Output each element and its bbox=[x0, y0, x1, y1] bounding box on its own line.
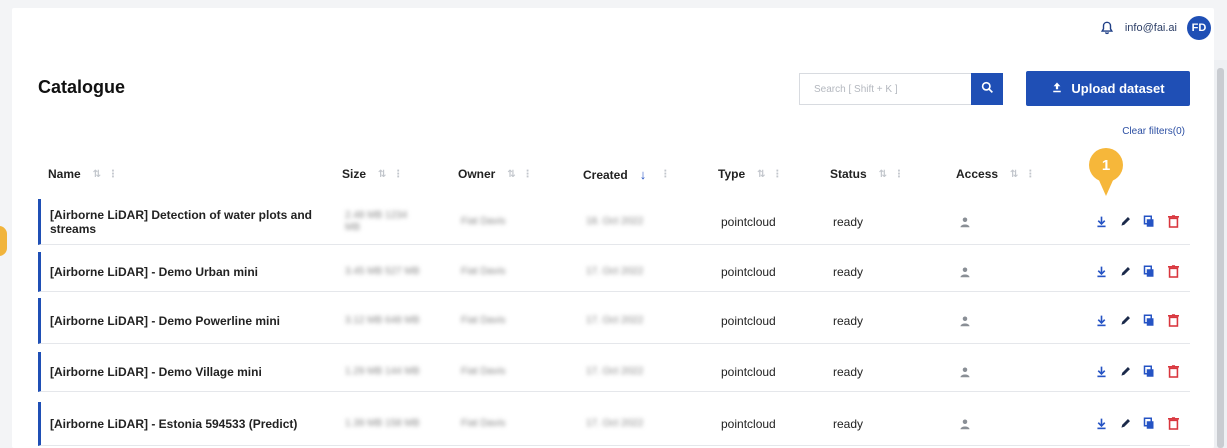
dataset-type: pointcloud bbox=[721, 214, 776, 229]
access-person-icon bbox=[950, 298, 980, 343]
copy-icon[interactable] bbox=[1142, 417, 1156, 431]
edit-icon[interactable] bbox=[1118, 365, 1132, 379]
upload-icon bbox=[1051, 81, 1063, 96]
sort-icon: ⇅ ⋮ bbox=[92, 168, 120, 180]
column-header-name[interactable]: Name ⇅ ⋮ bbox=[48, 167, 120, 181]
table-row[interactable]: [Airborne LiDAR] - Demo Urban mini 3.45 … bbox=[38, 252, 1190, 292]
dataset-name[interactable]: [Airborne LiDAR] - Demo Urban mini bbox=[50, 252, 320, 291]
dataset-owner: Fiat Davis bbox=[461, 216, 506, 227]
access-person-icon bbox=[950, 402, 980, 445]
scroll-thumb[interactable] bbox=[1217, 68, 1224, 448]
download-icon[interactable] bbox=[1094, 314, 1108, 328]
dataset-status: ready bbox=[833, 364, 864, 379]
edit-icon[interactable] bbox=[1118, 314, 1132, 328]
sort-icon: ⇅ ⋮ bbox=[757, 168, 785, 180]
dataset-owner: Fiat Davis bbox=[461, 366, 506, 377]
column-header-created[interactable]: Created ↓ ⋮ bbox=[583, 167, 672, 182]
dataset-size: 1.29 MB 144 MB bbox=[345, 365, 420, 377]
dataset-owner: Fiat Davis bbox=[461, 266, 506, 277]
delete-icon[interactable] bbox=[1166, 265, 1180, 279]
table-row[interactable]: [Airborne LiDAR] - Estonia 594533 (Predi… bbox=[38, 402, 1190, 446]
dataset-name[interactable]: [Airborne LiDAR] - Demo Village mini bbox=[50, 352, 320, 391]
dataset-owner: Fiat Davis bbox=[461, 418, 506, 429]
download-icon[interactable] bbox=[1094, 265, 1108, 279]
row-actions bbox=[1094, 199, 1194, 244]
delete-icon[interactable] bbox=[1166, 365, 1180, 379]
delete-icon[interactable] bbox=[1166, 215, 1180, 229]
row-actions bbox=[1094, 352, 1194, 391]
delete-icon[interactable] bbox=[1166, 417, 1180, 431]
dataset-size: 2.48 MB 1234 MB bbox=[345, 209, 408, 233]
search-button[interactable] bbox=[971, 73, 1003, 105]
row-actions bbox=[1094, 402, 1194, 445]
row-actions bbox=[1094, 252, 1194, 291]
download-icon[interactable] bbox=[1094, 365, 1108, 379]
access-person-icon bbox=[950, 252, 980, 291]
dataset-created: 17. Oct 2022 bbox=[586, 366, 644, 377]
user-email[interactable]: info@fai.ai bbox=[1125, 22, 1177, 34]
access-person-icon bbox=[950, 352, 980, 391]
edit-icon[interactable] bbox=[1118, 417, 1132, 431]
column-header-size[interactable]: Size ⇅ ⋮ bbox=[342, 167, 405, 181]
download-icon[interactable] bbox=[1094, 215, 1108, 229]
copy-icon[interactable] bbox=[1142, 265, 1156, 279]
callout-pointer bbox=[1098, 178, 1114, 196]
dataset-name[interactable]: [Airborne LiDAR] - Demo Powerline mini bbox=[50, 298, 320, 343]
dataset-owner: Fiat Davis bbox=[461, 315, 506, 326]
copy-icon[interactable] bbox=[1142, 215, 1156, 229]
bell-icon[interactable] bbox=[1099, 20, 1115, 36]
search-icon bbox=[981, 81, 994, 97]
clear-filters-link[interactable]: Clear filters(0) bbox=[1122, 126, 1185, 137]
user-bar: info@fai.ai FD bbox=[1099, 16, 1211, 40]
dataset-type: pointcloud bbox=[721, 313, 776, 328]
column-header-type[interactable]: Type ⇅ ⋮ bbox=[718, 167, 784, 181]
row-actions bbox=[1094, 298, 1194, 343]
dataset-created: 17. Oct 2022 bbox=[586, 266, 644, 277]
callout-badge: 1 bbox=[1089, 148, 1123, 182]
callout-marker-edge bbox=[0, 226, 7, 256]
dataset-size: 3.12 MB 648 MB bbox=[345, 314, 420, 326]
search-bar bbox=[799, 73, 1003, 105]
dataset-type: pointcloud bbox=[721, 264, 776, 279]
dataset-status: ready bbox=[833, 264, 864, 279]
dataset-status: ready bbox=[833, 214, 864, 229]
dataset-created: 17. Oct 2022 bbox=[586, 315, 644, 326]
sort-desc-icon: ↓ bbox=[639, 167, 649, 182]
dataset-size: 3.45 MB 527 MB bbox=[345, 265, 420, 277]
edit-icon[interactable] bbox=[1118, 215, 1132, 229]
column-header-access[interactable]: Access ⇅ ⋮ bbox=[956, 167, 1037, 181]
sort-icon: ⇅ ⋮ bbox=[378, 168, 406, 180]
copy-icon[interactable] bbox=[1142, 365, 1156, 379]
delete-icon[interactable] bbox=[1166, 314, 1180, 328]
column-header-owner[interactable]: Owner ⇅ ⋮ bbox=[458, 167, 535, 181]
dataset-type: pointcloud bbox=[721, 364, 776, 379]
avatar[interactable]: FD bbox=[1187, 16, 1211, 40]
column-header-status[interactable]: Status ⇅ ⋮ bbox=[830, 167, 906, 181]
page-title: Catalogue bbox=[38, 77, 126, 97]
sort-icon: ⇅ ⋮ bbox=[878, 168, 906, 180]
copy-icon[interactable] bbox=[1142, 314, 1156, 328]
dataset-name[interactable]: [Airborne LiDAR] - Estonia 594533 (Predi… bbox=[50, 402, 320, 445]
table-row[interactable]: [Airborne LiDAR] - Demo Village mini 1.2… bbox=[38, 352, 1190, 392]
dataset-created: 18. Oct 2022 bbox=[586, 216, 644, 227]
search-input[interactable] bbox=[799, 73, 971, 105]
upload-dataset-button[interactable]: Upload dataset bbox=[1026, 71, 1190, 106]
download-icon[interactable] bbox=[1094, 417, 1108, 431]
dataset-size: 1.39 MB 158 MB bbox=[345, 417, 420, 429]
scrollbar[interactable] bbox=[1214, 60, 1227, 448]
sort-icon: ⋮ bbox=[660, 169, 673, 180]
dataset-status: ready bbox=[833, 313, 864, 328]
dataset-name[interactable]: [Airborne LiDAR] Detection of water plot… bbox=[50, 199, 320, 244]
access-person-icon bbox=[950, 199, 980, 244]
table-row[interactable]: [Airborne LiDAR] Detection of water plot… bbox=[38, 199, 1190, 245]
dataset-created: 17. Oct 2022 bbox=[586, 418, 644, 429]
dataset-status: ready bbox=[833, 416, 864, 431]
dataset-type: pointcloud bbox=[721, 416, 776, 431]
sort-icon: ⇅ ⋮ bbox=[507, 168, 535, 180]
sort-icon: ⇅ ⋮ bbox=[1010, 168, 1038, 180]
upload-label: Upload dataset bbox=[1071, 81, 1165, 96]
table-row[interactable]: [Airborne LiDAR] - Demo Powerline mini 3… bbox=[38, 298, 1190, 344]
edit-icon[interactable] bbox=[1118, 265, 1132, 279]
